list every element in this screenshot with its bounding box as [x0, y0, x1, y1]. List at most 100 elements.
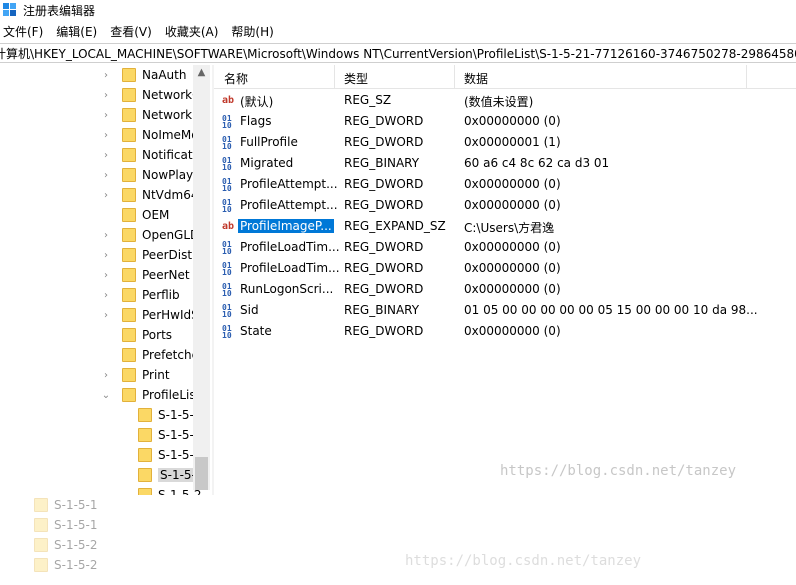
value-type: REG_DWORD: [344, 177, 424, 191]
value-row[interactable]: 01 10 State REG_DWORD 0x00000000 (0): [220, 322, 780, 343]
value-row[interactable]: ab (默认) REG_SZ (数值未设置): [220, 91, 780, 112]
tree-item[interactable]: ⌄ ProfileList: [100, 385, 200, 405]
tree-item[interactable]: › PerHwIdSt: [100, 305, 203, 325]
folder-icon: [122, 208, 136, 222]
chevron-right-icon[interactable]: [116, 449, 128, 461]
value-data: 0x00000000 (0): [464, 114, 561, 128]
value-row[interactable]: 01 10 ProfileAttempt... REG_DWORD 0x0000000…: [220, 175, 780, 196]
tree-item[interactable]: › NetworkC: [100, 85, 200, 105]
ghost-tree-item: S-1-5-1: [20, 495, 130, 515]
tree-item[interactable]: › NtVdm64: [100, 185, 198, 205]
ghost-tree-item: S-1-5-1: [20, 515, 130, 535]
value-name: RunLogonScri...: [240, 282, 334, 296]
menu-file[interactable]: 文件(F): [0, 23, 49, 40]
value-row[interactable]: 01 10 Flags REG_DWORD 0x00000000 (0): [220, 112, 780, 133]
tree-item[interactable]: › Notificatio: [100, 145, 203, 165]
binary-value-icon: 01 10: [222, 282, 232, 298]
column-type[interactable]: 类型: [344, 70, 368, 87]
menu-help[interactable]: 帮助(H): [228, 23, 279, 40]
tree-item[interactable]: › NowPlayin: [100, 165, 204, 185]
column-divider[interactable]: [746, 65, 747, 89]
tree-item[interactable]: › OpenGLDr: [100, 225, 204, 245]
value-data: 60 a6 c4 8c 62 ca d3 01: [464, 156, 610, 170]
tree-item[interactable]: › NaAuth: [100, 65, 186, 85]
chevron-right-icon[interactable]: ›: [100, 89, 112, 101]
column-data[interactable]: 数据: [464, 70, 488, 87]
tree-item[interactable]: S-1-5-1: [116, 425, 202, 445]
chevron-right-icon[interactable]: ›: [100, 109, 112, 121]
value-row[interactable]: 01 10 Migrated REG_BINARY 60 a6 c4 8c 62 ca…: [220, 154, 780, 175]
chevron-right-icon[interactable]: ›: [100, 269, 112, 281]
tree-scrollbar[interactable]: ▲: [193, 65, 210, 490]
chevron-right-icon[interactable]: [100, 349, 112, 361]
chevron-right-icon[interactable]: ›: [100, 149, 112, 161]
window-title: 注册表编辑器: [23, 3, 96, 18]
value-row[interactable]: 01 10 ProfileLoadTim... REG_DWORD 0x0000000…: [220, 259, 780, 280]
tree-item[interactable]: › PeerDist: [100, 245, 192, 265]
folder-icon: [122, 68, 136, 82]
tree-item[interactable]: › Perflib: [100, 285, 180, 305]
chevron-right-icon[interactable]: ›: [100, 289, 112, 301]
menu-favorites[interactable]: 收藏夹(A): [162, 23, 225, 40]
chevron-right-icon[interactable]: ›: [100, 309, 112, 321]
value-name: ProfileAttempt...: [240, 177, 338, 191]
chevron-right-icon[interactable]: [116, 429, 128, 441]
address-path[interactable]: 计算机\HKEY_LOCAL_MACHINE\SOFTWARE\Microsof…: [0, 45, 796, 62]
chevron-right-icon[interactable]: ›: [100, 189, 112, 201]
chevron-right-icon[interactable]: [100, 329, 112, 341]
chevron-right-icon[interactable]: [116, 469, 128, 481]
chevron-right-icon[interactable]: ›: [100, 169, 112, 181]
value-row[interactable]: 01 10 ProfileAttempt... REG_DWORD 0x0000000…: [220, 196, 780, 217]
value-type: REG_EXPAND_SZ: [344, 219, 446, 233]
value-row[interactable]: 01 10 ProfileLoadTim... REG_DWORD 0x0000000…: [220, 238, 780, 259]
scrollbar-thumb[interactable]: [195, 457, 208, 490]
value-row[interactable]: 01 10 FullProfile REG_DWORD 0x00000001 (1): [220, 133, 780, 154]
pane-splitter[interactable]: [212, 65, 214, 495]
values-list-header: 名称 类型 数据: [214, 65, 796, 89]
folder-icon: [138, 408, 152, 422]
chevron-right-icon[interactable]: ›: [100, 129, 112, 141]
address-bar[interactable]: 计算机\HKEY_LOCAL_MACHINE\SOFTWARE\Microsof…: [0, 43, 796, 63]
chevron-right-icon[interactable]: ›: [100, 249, 112, 261]
tree-item[interactable]: › Print: [100, 365, 170, 385]
tree-item[interactable]: › NoImeMo: [100, 125, 199, 145]
chevron-down-icon[interactable]: ⌄: [100, 389, 112, 401]
tree-item[interactable]: S-1-5-2: [116, 485, 202, 495]
folder-icon: [34, 518, 48, 532]
tree-item[interactable]: › NetworkLi: [100, 105, 202, 125]
tree-item-label: Perflib: [142, 288, 180, 302]
column-name[interactable]: 名称: [224, 70, 248, 87]
menu-view[interactable]: 查看(V): [107, 23, 158, 40]
value-row[interactable]: ab ProfileImageP... REG_EXPAND_SZ C:\Users\…: [220, 217, 780, 238]
value-type: REG_BINARY: [344, 156, 420, 170]
folder-icon: [122, 288, 136, 302]
chevron-right-icon[interactable]: ›: [100, 69, 112, 81]
folder-icon: [122, 268, 136, 282]
scroll-up-icon[interactable]: ▲: [193, 67, 210, 78]
menu-edit[interactable]: 编辑(E): [53, 23, 103, 40]
folder-icon: [122, 148, 136, 162]
column-divider[interactable]: [454, 65, 455, 89]
value-name: ProfileAttempt...: [240, 198, 338, 212]
chevron-right-icon[interactable]: [100, 209, 112, 221]
binary-value-icon: 01 10: [222, 114, 232, 130]
value-row[interactable]: 01 10 RunLogonScri... REG_DWORD 0x00000000 …: [220, 280, 780, 301]
chevron-right-icon[interactable]: ›: [100, 229, 112, 241]
ghost-tree-label: S-1-5-1: [54, 498, 98, 512]
value-data: 01 05 00 00 00 00 00 05 15 00 00 00 10 d…: [464, 303, 758, 317]
tree-item[interactable]: Ports: [100, 325, 172, 345]
chevron-right-icon[interactable]: [116, 409, 128, 421]
tree-item[interactable]: Prefetcher: [100, 345, 204, 365]
chevron-right-icon[interactable]: ›: [100, 369, 112, 381]
tree-item-label: NoImeMo: [142, 128, 199, 142]
tree-item-label: NtVdm64: [142, 188, 199, 202]
tree-item[interactable]: OEM: [100, 205, 169, 225]
tree-item[interactable]: S-1-5-2: [116, 445, 202, 465]
key-tree[interactable]: › NaAuth › NetworkC › NetworkLi › NoImeMo › Notif…: [0, 65, 210, 495]
folder-icon: [122, 108, 136, 122]
value-row[interactable]: 01 10 Sid REG_BINARY 01 05 00 00 00 00 00 0…: [220, 301, 780, 322]
column-divider[interactable]: [334, 65, 335, 89]
binary-value-icon: 01 10: [222, 198, 232, 214]
tree-item[interactable]: S-1-5-1: [116, 405, 202, 425]
tree-item[interactable]: › PeerNet: [100, 265, 190, 285]
